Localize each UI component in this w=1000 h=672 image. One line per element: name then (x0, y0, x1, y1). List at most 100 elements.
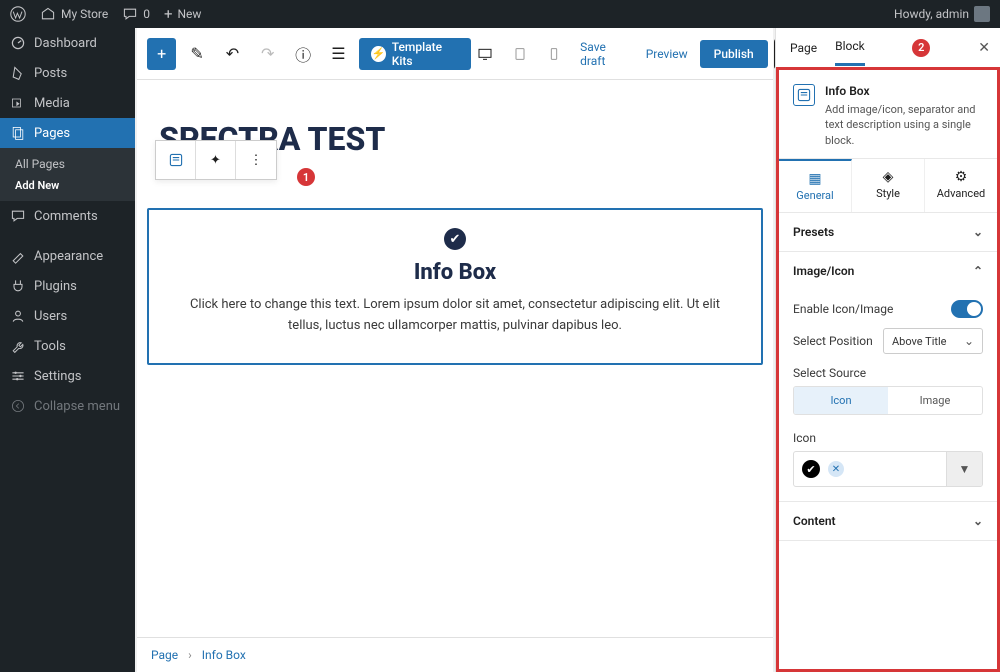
sidebar-item-dashboard[interactable]: Dashboard (0, 28, 135, 58)
new-link[interactable]: + New (164, 5, 201, 23)
subtab-label: Style (876, 187, 900, 200)
section-content: Content ⌄ (779, 502, 997, 541)
sidebar-item-label: Posts (34, 66, 67, 81)
block-toolbar: ✦ ⋮ (155, 140, 277, 180)
sidebar-item-posts[interactable]: Posts (0, 58, 135, 88)
block-subtabs: ▦General ◈ Style ⚙ Advanced (779, 159, 997, 213)
howdy-link[interactable]: Howdy, admin (894, 6, 990, 22)
sidebar-item-users[interactable]: Users (0, 301, 135, 331)
template-kits-button[interactable]: ⚡ Template Kits (359, 38, 471, 70)
subtab-advanced[interactable]: ⚙ Advanced (925, 159, 997, 212)
icon-picker-dropdown[interactable]: ▼ (946, 452, 982, 486)
admin-sidebar: Dashboard Posts Media Pages All Pages Ad… (0, 28, 135, 672)
section-presets-toggle[interactable]: Presets ⌄ (779, 213, 997, 251)
sidebar-collapse[interactable]: Collapse menu (0, 391, 135, 421)
source-button-group: Icon Image (793, 386, 983, 415)
block-desc: Add image/icon, separator and text descr… (825, 102, 983, 148)
subtab-label: Advanced (937, 187, 985, 200)
wp-logo[interactable] (10, 6, 26, 22)
close-panel-button[interactable]: ✕ (978, 40, 990, 56)
clear-icon-button[interactable]: ✕ (828, 461, 844, 477)
edit-mode-button[interactable]: ✎ (182, 38, 211, 70)
settings-panel: Page Block 2 ✕ Info Box Add image/icon, … (775, 28, 1000, 672)
block-icon-preview: ✔ (444, 228, 466, 250)
undo-button[interactable]: ↶ (218, 38, 247, 70)
info-button[interactable]: ⓘ (288, 38, 317, 70)
preview-tablet[interactable] (506, 38, 534, 70)
sidebar-sub-add-new[interactable]: Add New (15, 175, 135, 196)
block-title: Info Box (825, 84, 983, 98)
caret-down-icon: ▼ (959, 462, 971, 476)
sidebar-item-media[interactable]: Media (0, 88, 135, 118)
preview-button[interactable]: Preview (640, 47, 694, 61)
enable-icon-toggle[interactable] (951, 300, 983, 318)
tab-page[interactable]: Page (790, 31, 817, 65)
chevron-down-icon: ⌄ (964, 334, 974, 348)
avatar (974, 6, 990, 22)
sidebar-item-label: Plugins (34, 279, 77, 294)
sidebar-item-label: Settings (34, 369, 81, 384)
preview-desktop[interactable] (471, 38, 499, 70)
sidebar-item-settings[interactable]: Settings (0, 361, 135, 391)
icon-label: Icon (793, 431, 983, 445)
diamond-icon: ◈ (852, 169, 924, 185)
sidebar-item-plugins[interactable]: Plugins (0, 271, 135, 301)
section-presets: Presets ⌄ (779, 213, 997, 252)
section-image-icon: Image/Icon ⌃ Enable Icon/Image Select Po… (779, 252, 997, 502)
gear-icon: ⚙ (925, 169, 997, 185)
site-name: My Store (61, 7, 108, 21)
info-box-text[interactable]: Click here to change this text. Lorem ip… (175, 295, 735, 337)
subtab-label: General (796, 189, 833, 202)
preview-mobile[interactable] (540, 38, 568, 70)
source-option-image[interactable]: Image (888, 387, 982, 414)
kebab-icon: ⋮ (250, 153, 263, 168)
editor: + ✎ ↶ ↷ ⓘ ☰ ⚡ Template Kits Save draft Pr… (135, 28, 775, 672)
publish-button[interactable]: Publish (700, 40, 768, 68)
sidebar-sub-all-pages[interactable]: All Pages (15, 153, 135, 175)
inserter-button[interactable]: + (147, 38, 176, 70)
block-more-button[interactable]: ⋮ (236, 141, 276, 179)
save-draft-button[interactable]: Save draft (574, 40, 634, 68)
list-icon: ☰ (331, 44, 345, 63)
sidebar-item-label: Users (34, 309, 67, 324)
list-view-button[interactable]: ☰ (324, 38, 353, 70)
admin-bar: My Store 0 + New Howdy, admin (0, 0, 1000, 28)
sidebar-item-tools[interactable]: Tools (0, 331, 135, 361)
sidebar-item-appearance[interactable]: Appearance (0, 241, 135, 271)
breadcrumb-root[interactable]: Page (151, 648, 178, 662)
template-kits-label: Template Kits (392, 40, 460, 68)
block-style-button[interactable]: ✦ (196, 141, 236, 179)
editor-canvas[interactable]: SPECTRA TEST ✦ ⋮ 1 ✔ Info Box Click here… (137, 80, 773, 637)
subtab-style[interactable]: ◈ Style (852, 159, 925, 212)
icon-picker: ✔ ✕ ▼ (793, 451, 983, 487)
sidebar-item-comments[interactable]: Comments (0, 201, 135, 231)
section-title: Content (793, 514, 836, 528)
site-link[interactable]: My Store (40, 6, 108, 22)
subtab-general[interactable]: ▦General (779, 159, 852, 212)
section-image-icon-toggle[interactable]: Image/Icon ⌃ (779, 252, 997, 290)
source-label: Select Source (793, 366, 983, 380)
editor-top-toolbar: + ✎ ↶ ↷ ⓘ ☰ ⚡ Template Kits Save draft Pr… (137, 28, 773, 80)
breadcrumb-leaf[interactable]: Info Box (202, 648, 246, 662)
section-content-toggle[interactable]: Content ⌄ (779, 502, 997, 540)
undo-icon: ↶ (226, 44, 239, 63)
info-box-block[interactable]: ✔ Info Box Click here to change this tex… (147, 208, 763, 365)
sidebar-item-label: Collapse menu (34, 399, 120, 414)
sidebar-item-label: Comments (34, 209, 98, 224)
comments-link[interactable]: 0 (122, 6, 150, 22)
block-type-button[interactable] (156, 141, 196, 179)
bolt-icon: ⚡ (371, 46, 386, 62)
chevron-down-icon: ⌄ (973, 225, 983, 239)
annotation-badge-2: 2 (912, 39, 930, 57)
source-option-icon[interactable]: Icon (794, 387, 888, 414)
enable-icon-label: Enable Icon/Image (793, 302, 893, 316)
tab-block[interactable]: Block (835, 29, 865, 66)
info-box-heading[interactable]: Info Box (175, 260, 735, 285)
position-select[interactable]: Above Title⌄ (883, 328, 983, 354)
wand-icon: ✦ (210, 153, 221, 168)
block-header: Info Box Add image/icon, separator and t… (779, 70, 997, 159)
sidebar-item-pages[interactable]: Pages (0, 118, 135, 148)
redo-button[interactable]: ↷ (253, 38, 282, 70)
redo-icon: ↷ (261, 44, 274, 63)
howdy-text: Howdy, admin (894, 7, 969, 21)
